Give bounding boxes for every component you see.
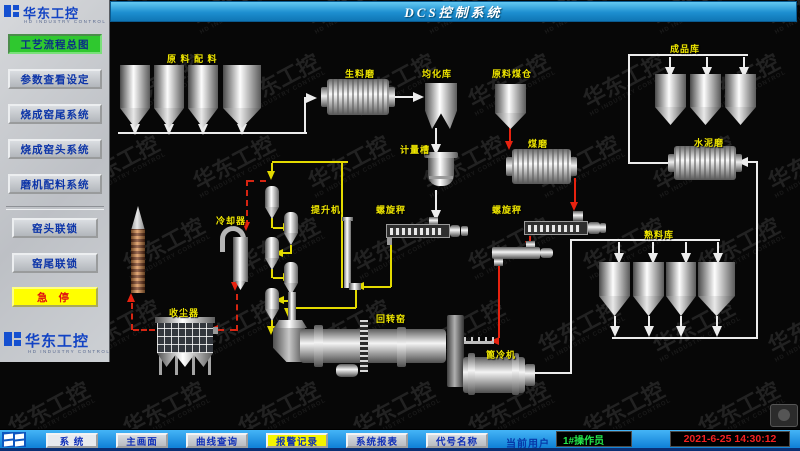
label-cooler: 冷却器 — [216, 214, 246, 227]
chimney-stack — [129, 206, 147, 294]
label-rotary-kiln: 回转窑 — [376, 312, 406, 325]
homogenizing-silo — [425, 83, 457, 129]
clinker-silo-4 — [698, 262, 735, 316]
sidebar-item-mill-batching-system[interactable]: 磨机配料系统 — [8, 174, 102, 194]
dust-collector — [155, 315, 217, 377]
label-screw-scale-right: 螺旋秤 — [492, 203, 522, 216]
sidebar-logo-subtext: HD INDUSTRY CONTROL — [24, 19, 106, 24]
sidebar-item-kiln-head-interlock[interactable]: 窑头联锁 — [12, 218, 98, 238]
clinker-silo-3 — [666, 262, 696, 316]
sidebar-item-kiln-head-system[interactable]: 烧成窑头系统 — [8, 139, 102, 159]
emergency-stop-button[interactable]: 急 停 — [12, 287, 98, 307]
label-dust-collector: 收尘器 — [169, 306, 199, 319]
label-cement-mill: 水泥磨 — [694, 136, 724, 149]
taskbar-button-alarm-record[interactable]: 报警记录 — [266, 433, 328, 448]
raw-silo-4 — [223, 65, 261, 128]
raw-silo-3 — [188, 65, 218, 128]
sidebar-item-parameter-settings[interactable]: 参数查看设定 — [8, 69, 102, 89]
product-silo-3 — [725, 74, 756, 125]
kiln-hood — [447, 315, 464, 387]
sidebar: 华东工控 HD INDUSTRY CONTROL 工艺流程总图 参数查看设定 烧… — [0, 0, 110, 362]
sidebar-footer-logo-subtext: HD INDUSTRY CONTROL — [28, 349, 110, 354]
label-homogenizing-silo: 均化库 — [422, 67, 452, 80]
corner-logo-chip — [770, 404, 798, 427]
rotary-kiln — [298, 315, 450, 379]
dcs-screen: 华东工控HD INDUSTRY CONTROL华东工控HD INDUSTRY C… — [0, 0, 800, 451]
cyclone-2 — [284, 212, 298, 245]
sidebar-item-kiln-tail-system[interactable]: 烧成窑尾系统 — [8, 104, 102, 124]
taskbar-button-code-names[interactable]: 代号名称 — [426, 433, 488, 448]
label-metering-tank: 计量槽 — [400, 143, 430, 156]
label-grate-cooler: 篦冷机 — [486, 348, 516, 361]
current-user-field: 1#操作员 — [556, 431, 632, 447]
label-raw-coal-bunker: 原料煤仓 — [492, 67, 532, 80]
label-raw-batching: 原 料 配 料 — [167, 52, 218, 65]
datetime-field: 2021-6-25 14:30:12 — [670, 431, 790, 447]
taskbar-button-system-report[interactable]: 系统报表 — [346, 433, 408, 448]
coal-mill — [506, 149, 577, 184]
screw-scale-left — [386, 217, 470, 245]
cement-mill — [668, 146, 742, 180]
kiln-feed-pipe — [464, 337, 494, 346]
hd-logo-icon — [4, 3, 20, 19]
raw-silo-2 — [154, 65, 184, 128]
sidebar-footer-logo-text: 华东工控 — [25, 330, 89, 351]
raw-silo-1 — [120, 65, 150, 128]
windows-start-icon[interactable] — [2, 432, 26, 447]
bucket-elevator — [342, 217, 362, 292]
cyclone-3 — [265, 237, 279, 270]
taskbar-button-system[interactable]: 系 统 — [46, 433, 98, 448]
label-elevator: 提升机 — [311, 203, 341, 216]
clinker-silo-1 — [599, 262, 630, 316]
taskbar-button-curve-query[interactable]: 曲线查询 — [186, 433, 248, 448]
label-screw-scale-left: 螺旋秤 — [376, 203, 406, 216]
label-product-store: 成品库 — [670, 42, 700, 55]
taskbar: 系 统 主画面 曲线查询 报警记录 系统报表 代号名称 当前用户 1#操作员 2… — [0, 429, 800, 451]
product-silo-1 — [655, 74, 686, 125]
label-clinker-store: 熟料库 — [644, 228, 674, 241]
title-bar: DCS控制系统 — [110, 1, 797, 22]
sidebar-item-kiln-tail-interlock[interactable]: 窑尾联锁 — [12, 253, 98, 273]
taskbar-button-main-screen[interactable]: 主画面 — [116, 433, 168, 448]
gas-cooler — [220, 226, 248, 292]
sidebar-divider — [6, 206, 104, 210]
cyclone-1 — [265, 186, 279, 219]
cyclone-4 — [284, 262, 298, 295]
sidebar-footer-logo: 华东工控 — [4, 330, 89, 351]
sidebar-item-process-overview[interactable]: 工艺流程总图 — [8, 34, 102, 54]
screw-scale-right — [524, 211, 606, 237]
label-coal-mill: 煤磨 — [528, 137, 548, 150]
process-canvas: 原 料 配 料 生料磨 均化库 原料煤仓 成品库 计量槽 煤磨 水泥磨 提升机 … — [0, 0, 800, 451]
label-raw-mill: 生料磨 — [345, 67, 375, 80]
raw-mill — [321, 79, 395, 115]
metering-tank — [424, 152, 458, 190]
product-silo-2 — [690, 74, 721, 125]
burner-pipe — [492, 241, 554, 268]
page-title: DCS控制系统 — [404, 2, 502, 21]
clinker-silo-2 — [633, 262, 664, 316]
raw-coal-bunker — [495, 84, 526, 129]
hd-footer-logo-icon — [4, 330, 22, 348]
